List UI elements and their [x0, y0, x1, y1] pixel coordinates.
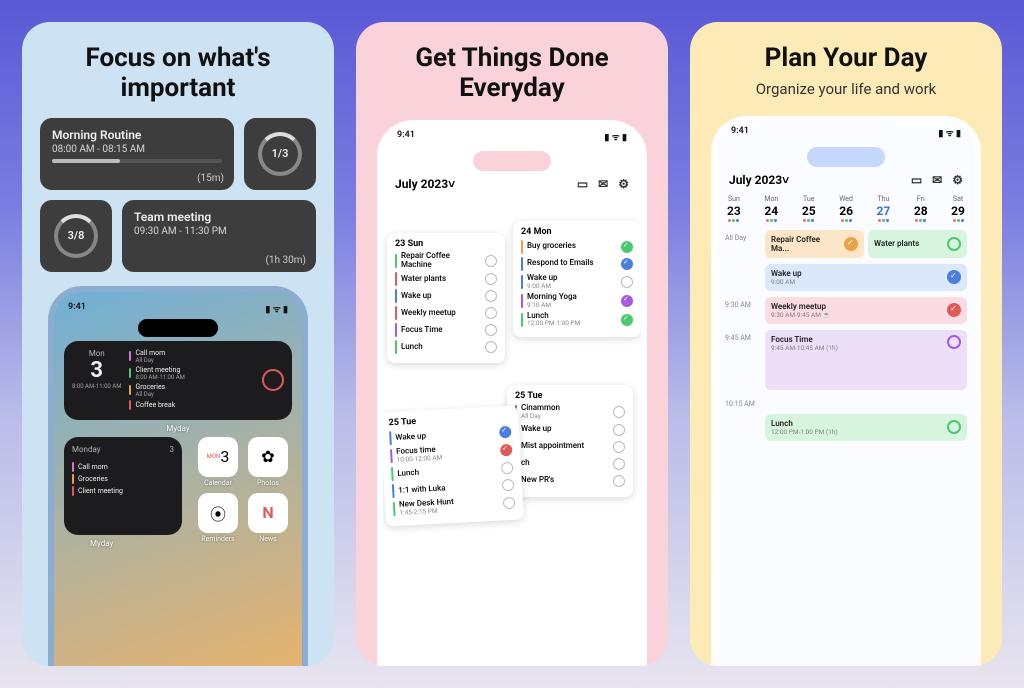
schedule-card[interactable]: Water plants — [868, 230, 967, 258]
headline: Plan Your Day — [690, 22, 1002, 80]
widget-ring-2: 3/8 — [40, 200, 112, 272]
task-item[interactable]: Repair Coffee Machine — [395, 252, 497, 270]
weekday[interactable]: Fri28 — [914, 195, 928, 222]
app-icon[interactable]: ✿ — [248, 437, 288, 477]
task-item[interactable]: Wake up — [515, 423, 625, 437]
phone-mock-3: 9:41▮ ᯤ ▮ July 2023˅ ▭ ✉ ⚙ Sun23 Mon24 T… — [711, 116, 981, 666]
promo-card-1: Focus on what's important Morning Routin… — [22, 22, 334, 666]
task-sheets: 23 Sun Repair Coffee Machine Water plant… — [383, 195, 641, 666]
schedule-card[interactable]: Weekly meetup9:30 AM-9:45 AM ☕ — [765, 297, 967, 324]
widget-ring-1: 1/3 — [244, 118, 316, 190]
task-item[interactable]: Buy groceries — [521, 240, 633, 254]
task-item[interactable]: Lunch12:00 PM-1:00 PM — [521, 312, 633, 328]
task-item[interactable]: Focus Time — [395, 323, 497, 337]
homescreen-widget-large: Mon 3 8:00 AM-11:00 AM Call momAll DayCl… — [64, 341, 292, 420]
phone-mock-1: 9:41▮ ᯤ ▮ Mon 3 8:00 AM-11:00 AM Call mo… — [48, 286, 308, 666]
day-sheet: 25 Tue Wake up Focus time10:00-12:00 AM … — [380, 405, 524, 526]
inbox-icon[interactable]: ✉ — [598, 177, 608, 191]
task-item[interactable]: New Desk Hunt1:45-2:15 PM — [393, 494, 516, 516]
signal-icon: ▮ ᯤ ▮ — [265, 302, 288, 315]
task-item[interactable]: ch — [515, 457, 625, 471]
task-item[interactable]: Weekly meetup — [395, 306, 497, 320]
weekday[interactable]: Thu27 — [877, 195, 891, 222]
inbox-icon[interactable]: ✉ — [932, 173, 942, 187]
promo-card-3: Plan Your Day Organize your life and wor… — [690, 22, 1002, 666]
task-item[interactable]: Morning Yoga9:10 AM — [521, 293, 633, 309]
schedule-card[interactable]: Repair Coffee Ma... — [765, 230, 864, 258]
homescreen-widget-small: Monday 3 Call momGroceriesClient meeting — [64, 437, 182, 535]
task-item[interactable]: Focus time10:00-12:00 AM — [390, 442, 513, 464]
progress-bar — [52, 159, 222, 163]
weekday[interactable]: Sat29 — [951, 195, 965, 222]
app-header: July 2023˅ ▭ ✉ ⚙ — [383, 173, 641, 195]
task-item[interactable]: Water plants — [395, 272, 497, 286]
app-icon[interactable]: ⦿ — [198, 493, 238, 533]
weekday[interactable]: Tue25 — [802, 195, 816, 222]
notch — [138, 319, 218, 337]
calendar-icon[interactable]: ▭ — [577, 177, 588, 191]
schedule-card[interactable]: Wake up9:00 AM — [765, 264, 967, 291]
headline: Get Things Done Everyday — [356, 22, 668, 110]
task-item[interactable]: New PR's — [515, 474, 625, 488]
task-item[interactable]: Wake up — [395, 289, 497, 303]
subheadline: Organize your life and work — [690, 80, 1002, 106]
app-icon[interactable]: MON3 — [198, 437, 238, 477]
settings-icon[interactable]: ⚙ — [618, 177, 629, 191]
day-sheet: 23 Sun Repair Coffee Machine Water plant… — [387, 233, 505, 364]
week-selector[interactable]: Sun23 Mon24 Tue25 Wed26 Thu27 Fri28 Sat2… — [717, 191, 975, 226]
schedule-card[interactable]: Lunch12:00 PM-1:00 PM (1h) — [765, 414, 967, 441]
task-item[interactable]: CinammonAll Day — [515, 404, 625, 420]
task-item[interactable]: Wake up9:00 AM — [521, 274, 633, 290]
settings-icon[interactable]: ⚙ — [952, 173, 963, 187]
promo-card-2: Get Things Done Everyday 9:41▮ ᯤ ▮ July … — [356, 22, 668, 666]
task-item[interactable]: Respond to Emails — [521, 257, 633, 271]
app-icon[interactable]: N — [248, 493, 288, 533]
task-item[interactable]: Lunch — [395, 340, 497, 354]
widget-team-meeting: Team meeting 09:30 AM - 11:30 PM (1h 30m… — [122, 200, 316, 272]
day-sheet: 25 Tue CinammonAll Day Wake up Mist appo… — [507, 385, 633, 497]
widget-row-1: Morning Routine 08:00 AM - 08:15 AM (15m… — [22, 118, 334, 190]
schedule-card[interactable]: Focus Time9:45 AM-10:45 AM (1h) — [765, 330, 967, 390]
day-sheet: 24 Mon Buy groceries Respond to Emails W… — [513, 221, 641, 337]
phone-mock-2: 9:41▮ ᯤ ▮ July 2023˅ ▭ ✉ ⚙ 23 Sun Repair… — [377, 120, 647, 666]
task-item[interactable]: Mist appointment — [515, 440, 625, 454]
app-header: July 2023˅ ▭ ✉ ⚙ — [717, 169, 975, 191]
weekday[interactable]: Mon24 — [764, 195, 778, 222]
calendar-icon[interactable]: ▭ — [911, 173, 922, 187]
weekday[interactable]: Sun23 — [727, 195, 741, 222]
widget-row-2: 3/8 Team meeting 09:30 AM - 11:30 PM (1h… — [22, 200, 334, 272]
weekday[interactable]: Wed26 — [839, 195, 853, 222]
headline: Focus on what's important — [22, 22, 334, 110]
schedule: All Day Repair Coffee Ma... Water plants… — [717, 226, 975, 451]
widget-morning-routine: Morning Routine 08:00 AM - 08:15 AM (15m… — [40, 118, 234, 190]
